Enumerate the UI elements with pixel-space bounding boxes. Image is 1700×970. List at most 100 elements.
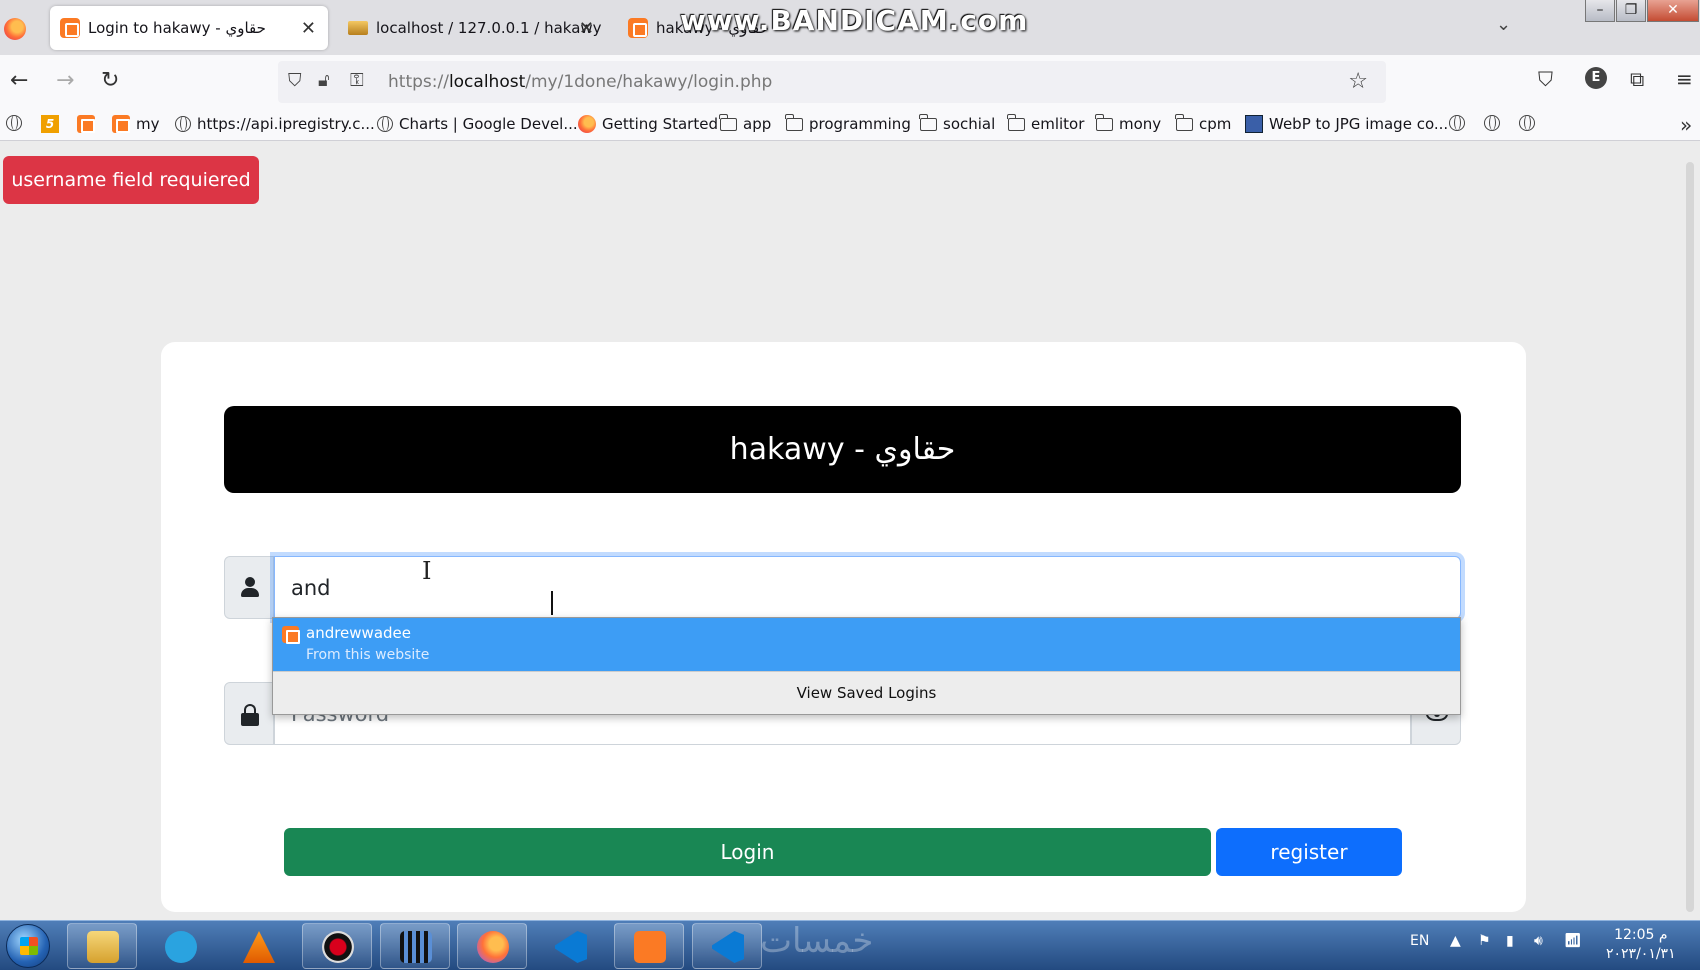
chevron-right-double-icon[interactable]: »: [1680, 113, 1692, 137]
folder-icon: [1007, 113, 1025, 131]
bookmark-item[interactable]: [6, 115, 22, 131]
bookmark-folder[interactable]: emlitor: [1007, 113, 1084, 133]
taskbar-vscode-2[interactable]: [692, 923, 762, 969]
firefox-icon: [477, 931, 509, 963]
register-button[interactable]: register: [1216, 828, 1402, 876]
bookmark-item[interactable]: 5: [41, 115, 59, 133]
maximize-button[interactable]: ❐: [1616, 0, 1646, 22]
language-indicator[interactable]: EN: [1410, 933, 1429, 949]
bookmark-item[interactable]: Charts | Google Devel...: [377, 115, 578, 133]
bookmark-item[interactable]: [77, 115, 95, 133]
bookmark-folder[interactable]: programming: [785, 113, 911, 133]
tab-strip: Login to hakawy - حقاوي ✕ localhost / 12…: [0, 0, 1700, 55]
tab-title: localhost / 127.0.0.1 / hakawy /: [376, 19, 606, 37]
address-bar[interactable]: ⛉ 🔓︎ ⚿ https://localhost/my/1done/hakawy…: [278, 61, 1386, 103]
back-arrow-icon[interactable]: ←: [10, 69, 28, 93]
lock-warning-icon[interactable]: 🔓︎: [318, 70, 330, 91]
shield-icon[interactable]: ⛉: [288, 70, 302, 91]
bookmark-item[interactable]: my: [112, 115, 160, 133]
firefox-icon: [578, 115, 596, 133]
tab-phpmyadmin[interactable]: localhost / 127.0.0.1 / hakawy / ✕: [338, 6, 606, 50]
extensions-icon[interactable]: ⧉: [1630, 67, 1644, 91]
globe-icon: [175, 116, 191, 132]
chevron-down-icon[interactable]: ⌄: [1496, 14, 1511, 35]
clock-date: ٢٠٢٣/٠١/٣١: [1606, 946, 1676, 962]
bookmark-item[interactable]: [1484, 115, 1500, 131]
close-icon[interactable]: ✕: [301, 18, 316, 39]
bookmark-folder[interactable]: mony: [1095, 113, 1161, 133]
url-text[interactable]: https://localhost/my/1done/hakawy/login.…: [388, 72, 772, 92]
bookmark-folder[interactable]: cpm: [1175, 113, 1231, 133]
view-saved-logins-button[interactable]: View Saved Logins: [273, 671, 1460, 714]
bookmark-item[interactable]: WebP to JPG image co...: [1245, 115, 1448, 133]
explorer-icon: [87, 931, 119, 963]
folder-icon: [1175, 113, 1193, 131]
bookmark-folder[interactable]: sochial: [919, 113, 995, 133]
minimize-button[interactable]: –: [1585, 0, 1615, 22]
bookmark-item[interactable]: [1519, 115, 1535, 131]
i-beam-cursor-icon: I: [422, 557, 432, 585]
taskbar-explorer[interactable]: [67, 923, 137, 969]
show-hidden-icons-icon[interactable]: ▲: [1450, 933, 1461, 949]
bookmark-folder[interactable]: app: [719, 113, 771, 133]
key-icon[interactable]: ⚿: [350, 70, 364, 91]
volume-icon[interactable]: 🔊︎: [1534, 933, 1543, 949]
login-button[interactable]: Login: [284, 828, 1211, 876]
bookmark-item[interactable]: https://api.ipregistry.c...: [175, 115, 375, 133]
username-input[interactable]: [274, 556, 1461, 619]
network-signal-icon[interactable]: 📶︎: [1564, 933, 1582, 949]
recorder-watermark: www.BANDICAM.com: [680, 4, 1029, 37]
start-button[interactable]: [6, 924, 50, 968]
forward-arrow-icon[interactable]: →: [56, 69, 74, 93]
error-alert: username field requiered: [3, 156, 259, 204]
brand-header: hakawy - حقاوي: [224, 406, 1461, 493]
taskbar-recorder[interactable]: [302, 923, 372, 969]
close-icon[interactable]: ✕: [579, 18, 594, 39]
folder-icon: [719, 113, 737, 131]
tab-login[interactable]: Login to hakawy - حقاوي ✕: [50, 6, 328, 50]
page-scrollbar[interactable]: [1686, 162, 1694, 912]
globe-icon: [377, 116, 393, 132]
bookmark-item[interactable]: [1449, 115, 1465, 131]
site-watermark: خمسات: [760, 921, 874, 961]
reload-icon[interactable]: ↻: [101, 69, 119, 93]
password-addon: [224, 682, 274, 745]
window-close-button[interactable]: ✕: [1647, 0, 1699, 22]
bookmark-star-icon[interactable]: ☆: [1348, 69, 1368, 94]
html5-icon: 5: [41, 115, 59, 133]
xampp-icon: [60, 18, 80, 38]
lock-icon: [241, 704, 259, 726]
action-center-flag-icon[interactable]: ⚑: [1478, 933, 1491, 949]
username-addon: [224, 556, 274, 619]
bookmarks-toolbar: 5 my https://api.ipregistry.c... Charts …: [0, 109, 1700, 141]
vscode-icon: [555, 931, 587, 963]
xampp-icon: [282, 626, 300, 644]
saved-login-username: andrewwadee: [306, 624, 411, 642]
bookmark-item[interactable]: Getting Started: [578, 115, 718, 133]
saved-login-item[interactable]: andrewwadee From this website: [273, 618, 1460, 671]
globe-icon: [1519, 115, 1535, 131]
xampp-icon: [77, 115, 95, 133]
vlc-icon: [243, 931, 275, 963]
taskbar-telegram[interactable]: [145, 923, 215, 969]
pocket-icon[interactable]: ⛉: [1538, 67, 1553, 91]
taskbar-firefox[interactable]: [457, 923, 527, 969]
saved-login-source: From this website: [306, 647, 430, 663]
globe-icon: [6, 115, 22, 131]
taskbar-movie-maker[interactable]: [380, 923, 450, 969]
windows-taskbar: خمسات EN ▲ ⚑ ▮ 🔊︎ 📶︎ 12:05 م ٢٠٢٣/٠١/٣١: [0, 920, 1700, 970]
text-caret: [551, 591, 553, 615]
login-autocomplete-popup: andrewwadee From this website View Saved…: [272, 617, 1461, 715]
firefox-menu-icon[interactable]: [4, 18, 26, 40]
account-avatar[interactable]: E: [1585, 67, 1607, 89]
taskbar-vscode[interactable]: [535, 923, 605, 969]
clock-time: 12:05 م: [1614, 927, 1668, 943]
person-icon: [241, 577, 259, 597]
folder-icon: [919, 113, 937, 131]
navigation-bar: ← → ↻ ⛉ 🔓︎ ⚿ https://localhost/my/1done/…: [0, 55, 1700, 109]
taskbar-vlc[interactable]: [223, 923, 293, 969]
taskbar-xampp[interactable]: [614, 923, 684, 969]
system-clock[interactable]: 12:05 م ٢٠٢٣/٠١/٣١: [1606, 926, 1676, 964]
power-icon[interactable]: ▮: [1506, 933, 1514, 949]
hamburger-menu-icon[interactable]: ≡: [1676, 67, 1693, 91]
